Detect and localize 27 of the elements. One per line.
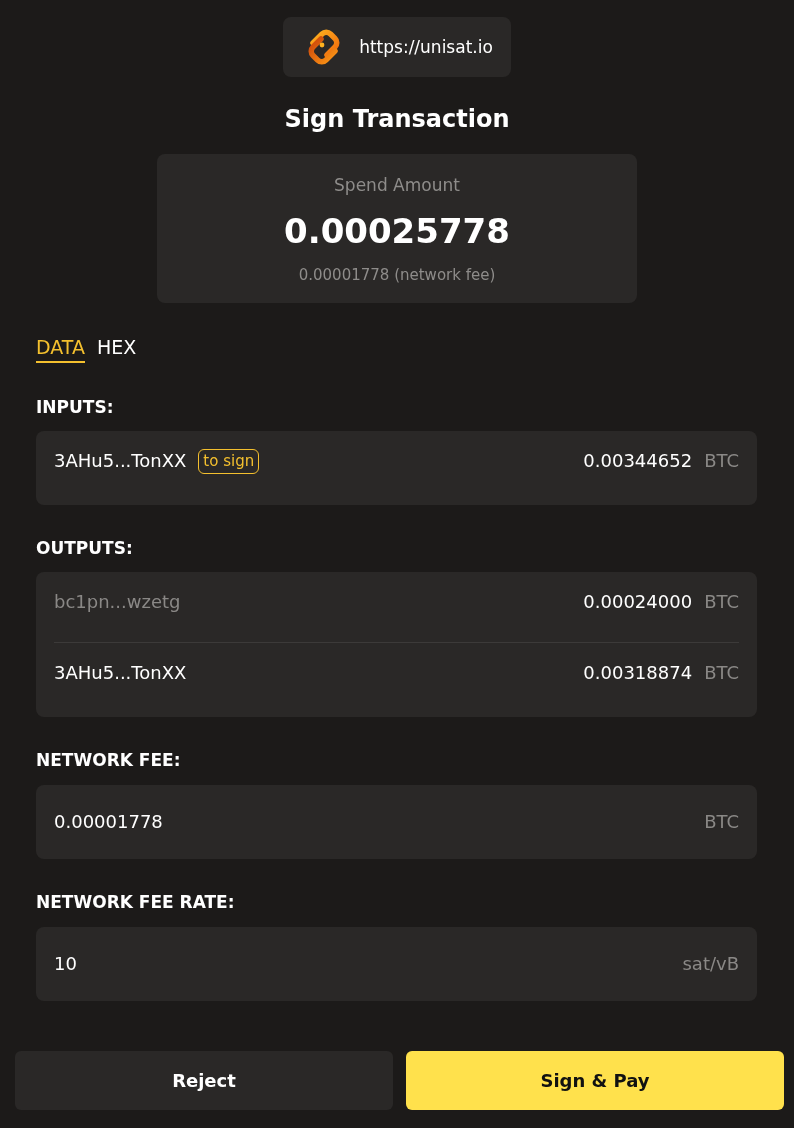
site-url: https://unisat.io (359, 36, 493, 58)
currency-unit: BTC (704, 449, 739, 473)
address-text: 3AHu5...TonXX (54, 661, 187, 685)
network-fee-note: 0.00001778 (network fee) (298, 265, 496, 285)
sign-status-tag: to sign (198, 448, 260, 474)
address-text: bc1pn...wzetg (54, 590, 181, 614)
currency-unit: BTC (704, 590, 739, 614)
network-fee-value: 0.00001778 (54, 810, 163, 834)
amount-text: 0.00318874 (583, 661, 693, 685)
unit-text: BTC (704, 810, 739, 834)
sign-and-pay-button[interactable]: Sign & Pay (406, 1051, 784, 1110)
currency-unit: BTC (704, 661, 739, 685)
network-fee-label: NETWORK FEE: (36, 749, 181, 771)
spend-amount-label: Spend Amount (334, 174, 460, 196)
fee-rate-label: NETWORK FEE RATE: (36, 891, 235, 913)
outputs-heading: OUTPUTS: (36, 537, 133, 559)
address-text: 3AHu5...TonXX (54, 449, 187, 473)
fee-rate-value: 10 (54, 952, 77, 976)
view-tab[interactable]: DATA (36, 335, 85, 363)
page-title: Sign Transaction (284, 104, 510, 135)
spend-amount-value: 0.00025778 (284, 210, 510, 253)
amount-text: 0.00024000 (583, 590, 693, 614)
amount-text: 0.00344652 (583, 449, 693, 473)
reject-button[interactable]: Reject (15, 1051, 393, 1110)
inputs-heading: INPUTS: (36, 396, 114, 418)
view-tab[interactable]: HEX (96, 335, 137, 363)
unit-text: sat/vB (682, 952, 739, 976)
